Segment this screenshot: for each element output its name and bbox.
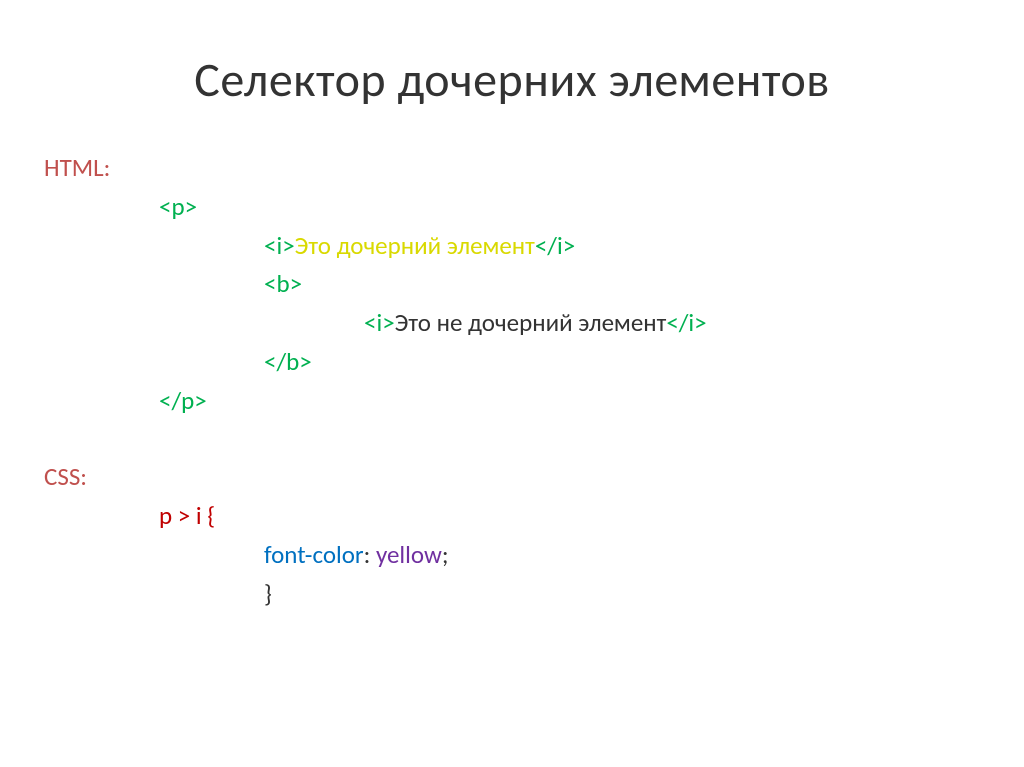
- css-property: font-color: [264, 539, 364, 570]
- css-close-brace: }: [264, 578, 272, 609]
- code-line-p-open: <p>: [44, 188, 984, 227]
- tag-p-close: </p>: [159, 385, 207, 416]
- css-line-property: font-color: yellow;: [44, 536, 984, 575]
- html-label-line: HTML:: [44, 149, 984, 188]
- text-not-child: Это не дочерний элемент: [395, 307, 667, 338]
- css-line-close: }: [44, 575, 984, 614]
- css-label-line: CSS:: [44, 458, 984, 497]
- css-selector: p > i {: [159, 500, 215, 531]
- css-semicolon: ;: [442, 539, 449, 570]
- code-line-i2: <i>Это не дочерний элемент</i>: [44, 304, 984, 343]
- code-line-b-open: <b>: [44, 265, 984, 304]
- tag-i-open1: <i>: [264, 230, 295, 261]
- code-line-i1: <i>Это дочерний элемент</i>: [44, 227, 984, 266]
- slide-content: HTML: <p> <i>Это дочерний элемент</i> <b…: [40, 149, 984, 613]
- tag-i-close1: </i>: [535, 230, 575, 261]
- code-line-b-close: </b>: [44, 343, 984, 382]
- css-value: yellow: [376, 539, 442, 570]
- tag-b-close: </b>: [264, 346, 312, 377]
- code-line-p-close: </p>: [44, 382, 984, 421]
- spacer: [44, 420, 984, 458]
- css-label: CSS:: [44, 461, 87, 492]
- tag-i-close2: </i>: [666, 307, 706, 338]
- tag-i-open2: <i>: [364, 307, 395, 338]
- html-label: HTML:: [44, 152, 110, 183]
- css-line-selector: p > i {: [44, 497, 984, 536]
- tag-p-open: <p>: [159, 191, 197, 222]
- text-child: Это дочерний элемент: [295, 230, 535, 261]
- tag-b-open: <b>: [264, 268, 302, 299]
- slide-title: Селектор дочерних элементов: [40, 50, 984, 109]
- slide-container: Селектор дочерних элементов HTML: <p> <i…: [0, 0, 1024, 767]
- css-colon: :: [364, 539, 376, 570]
